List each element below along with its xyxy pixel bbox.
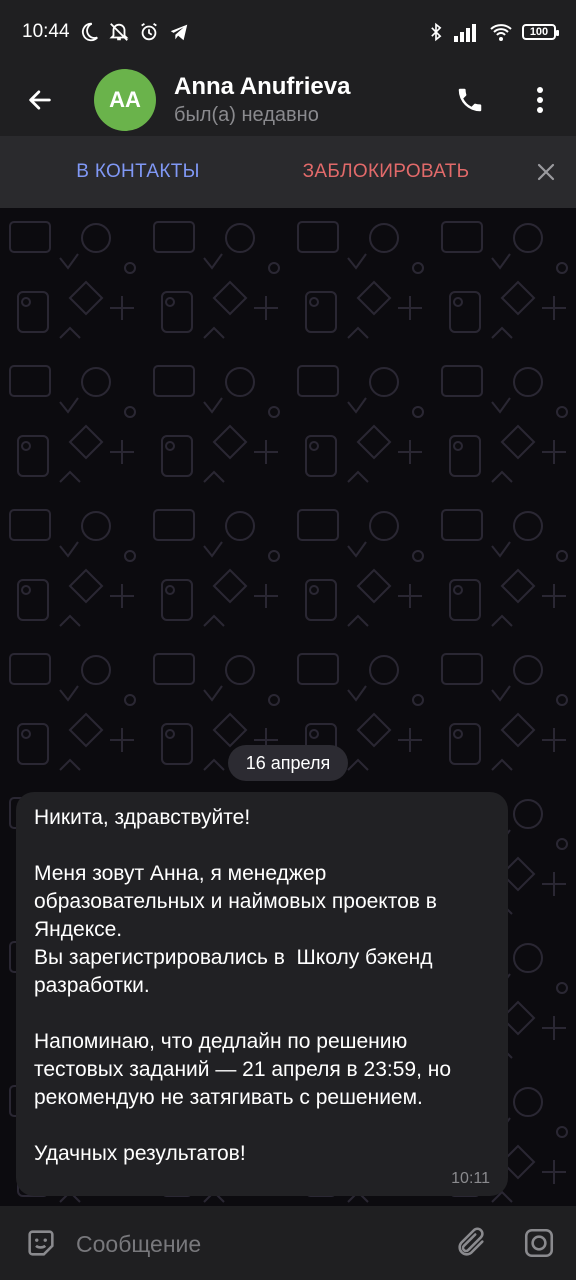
camera-button[interactable] <box>520 1224 558 1262</box>
chat-background: 16 апреля Никита, здравствуйте! Меня зов… <box>0 208 576 1206</box>
signal-icon <box>454 24 476 42</box>
telegram-icon <box>170 24 187 41</box>
back-button[interactable] <box>20 80 60 120</box>
message-input-bar <box>0 1206 576 1280</box>
status-time: 10:44 <box>22 21 70 42</box>
date-separator: 16 апреля <box>228 745 348 781</box>
arrow-left-icon <box>29 90 51 110</box>
chat-header: AA Anna Anufrieva был(а) недавно <box>0 64 576 136</box>
contact-name: Anna Anufrieva <box>174 73 351 100</box>
attach-button[interactable] <box>452 1224 490 1262</box>
contact-status: был(а) недавно <box>174 104 319 126</box>
message-text: Никита, здравствуйте! Меня зовут Анна, я… <box>34 806 452 1165</box>
call-button[interactable] <box>450 80 490 120</box>
sticker-icon <box>28 1230 54 1256</box>
bluetooth-icon <box>431 22 442 42</box>
status-left: 10:44 <box>20 21 190 43</box>
emoji-button[interactable] <box>22 1224 60 1262</box>
message-time: 10:11 <box>451 1170 490 1187</box>
message-bubble[interactable]: Никита, здравствуйте! Меня зовут Анна, я… <box>16 792 508 1196</box>
contact-action-bar: В КОНТАКТЫ ЗАБЛОКИРОВАТЬ <box>0 136 576 208</box>
wifi-icon <box>490 24 512 41</box>
status-bar: 10:44 100 <box>0 0 576 64</box>
notifications-off-icon <box>109 23 129 41</box>
message-input[interactable] <box>74 1224 438 1264</box>
chat-title-block[interactable]: Anna Anufrieva был(а) недавно <box>174 72 350 128</box>
camera-icon <box>524 1228 554 1258</box>
close-icon <box>537 163 555 181</box>
moon-icon <box>81 22 98 42</box>
battery-icon: 100 <box>522 24 559 40</box>
phone-icon <box>458 88 482 112</box>
more-vertical-icon <box>537 87 543 113</box>
avatar[interactable]: AA <box>94 69 156 131</box>
add-contact-button[interactable]: В КОНТАКТЫ <box>0 161 276 183</box>
alarm-icon <box>140 22 157 41</box>
status-right: 100 <box>426 21 559 43</box>
close-action-bar-button[interactable] <box>528 154 564 190</box>
block-user-button[interactable]: ЗАБЛОКИРОВАТЬ <box>276 161 496 183</box>
paperclip-icon <box>458 1227 484 1256</box>
more-options-button[interactable] <box>522 80 558 120</box>
